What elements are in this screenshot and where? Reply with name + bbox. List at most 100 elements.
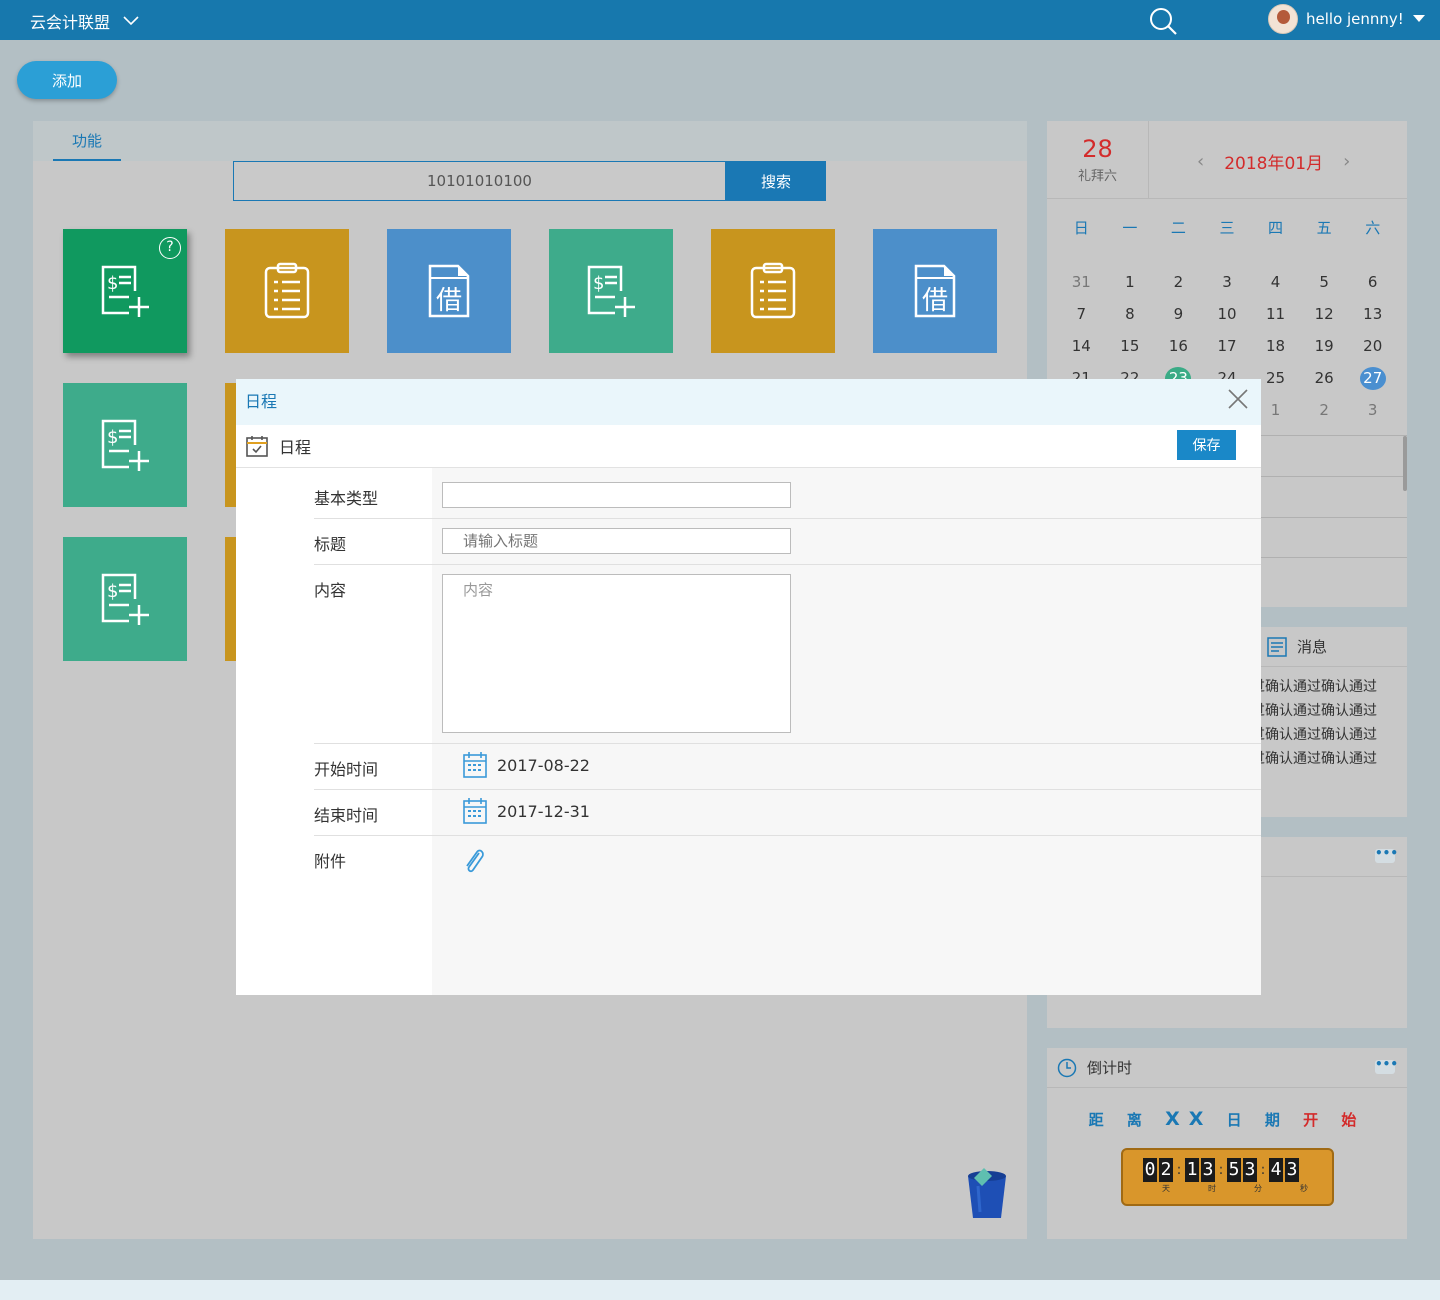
- calendar-day[interactable]: 2: [1311, 399, 1337, 422]
- calendar-day[interactable]: 13: [1360, 303, 1386, 326]
- end-label: 结束时间: [314, 806, 379, 825]
- message-item[interactable]: 过确认通过确认通过: [1251, 675, 1407, 699]
- clipboard-list-icon: [750, 262, 796, 319]
- event-scrollbar[interactable]: [1403, 436, 1407, 491]
- calendar-day[interactable]: 8: [1117, 303, 1143, 326]
- calendar-day[interactable]: 2: [1165, 271, 1191, 294]
- headline-text: 日 期: [1226, 1111, 1289, 1129]
- calendar-day[interactable]: 12: [1311, 303, 1337, 326]
- calendar-day[interactable]: 31: [1068, 271, 1094, 294]
- next-month-icon[interactable]: ›: [1343, 151, 1350, 172]
- dialog-subtitle: 日程: [279, 438, 312, 457]
- tile-borrow-2[interactable]: 借: [873, 229, 997, 353]
- weekday-label: 三: [1219, 219, 1235, 237]
- calendar-day[interactable]: 19: [1311, 335, 1337, 358]
- svg-text:$: $: [107, 273, 118, 294]
- dialog-toolbar: 日程 保存: [236, 425, 1261, 468]
- search-icon[interactable]: [1148, 6, 1178, 36]
- calendar-day[interactable]: 9: [1165, 303, 1191, 326]
- calendar-day[interactable]: 26: [1311, 367, 1337, 390]
- calendar-day[interactable]: 1: [1117, 271, 1143, 294]
- title-field[interactable]: [442, 528, 791, 554]
- start-date-picker[interactable]: 2017-08-22: [463, 751, 590, 779]
- search-button[interactable]: 搜索: [726, 161, 826, 201]
- start-date-value: 2017-08-22: [497, 755, 590, 775]
- tile-add-expense-2[interactable]: $: [549, 229, 673, 353]
- borrow-doc-icon: 借: [914, 264, 956, 318]
- countdown-units: 天 时 分 秒: [1143, 1183, 1332, 1194]
- dialog-title: 日程: [245, 392, 278, 411]
- more-icon[interactable]: •••: [1375, 847, 1398, 863]
- more-icon[interactable]: •••: [1375, 1058, 1398, 1074]
- avatar: [1268, 4, 1298, 34]
- calendar-day[interactable]: 15: [1117, 335, 1143, 358]
- digit: 3: [1201, 1158, 1215, 1182]
- tile-borrow[interactable]: 借: [387, 229, 511, 353]
- calendar-day[interactable]: 18: [1263, 335, 1289, 358]
- help-icon[interactable]: ?: [159, 237, 181, 259]
- calendar-day[interactable]: 5: [1311, 271, 1337, 294]
- add-button[interactable]: 添加: [17, 61, 117, 99]
- search-input[interactable]: 10101010100: [233, 161, 726, 201]
- weekday-label: 二: [1170, 219, 1186, 237]
- tile-add-expense[interactable]: ? $: [63, 229, 187, 353]
- current-date: 28 礼拜六: [1047, 121, 1149, 199]
- unit-label: 秒: [1300, 1184, 1308, 1193]
- calendar-day[interactable]: 6: [1360, 271, 1386, 294]
- weekday-label: 一: [1122, 219, 1138, 237]
- calendar-day[interactable]: 3: [1360, 399, 1386, 422]
- caret-down-icon: [1412, 15, 1425, 22]
- paperclip-icon[interactable]: [462, 845, 486, 875]
- calendar-day[interactable]: 25: [1263, 367, 1289, 390]
- svg-text:$: $: [107, 581, 118, 602]
- digit-separator: :: [1218, 1162, 1224, 1178]
- close-icon[interactable]: [1227, 388, 1249, 410]
- calendar-day[interactable]: 17: [1214, 335, 1240, 358]
- save-button[interactable]: 保存: [1177, 430, 1236, 460]
- digit-separator: :: [1260, 1162, 1266, 1178]
- message-item[interactable]: 过确认通过确认通过: [1251, 723, 1407, 747]
- end-date-picker[interactable]: 2017-12-31: [463, 797, 590, 825]
- brand-menu[interactable]: 云会计联盟: [30, 9, 140, 33]
- tile-clipboard[interactable]: [225, 229, 349, 353]
- type-field[interactable]: [442, 482, 791, 508]
- tile-add-expense-3[interactable]: $: [63, 383, 187, 507]
- tab-bar: 功能: [33, 121, 1027, 161]
- calendar-icon[interactable]: [463, 751, 487, 779]
- weekday-label: 日: [1073, 219, 1089, 237]
- current-weekday: 礼拜六: [1077, 169, 1117, 184]
- message-item[interactable]: 过确认通过确认通过: [1251, 747, 1407, 771]
- month-label: 2018年01月: [1224, 154, 1324, 174]
- digit: 0: [1143, 1158, 1157, 1182]
- row-divider: [314, 564, 1261, 565]
- trash-bin-icon[interactable]: [964, 1166, 1010, 1220]
- calendar-day[interactable]: 4: [1263, 271, 1289, 294]
- row-divider: [314, 743, 1261, 744]
- calendar-day[interactable]: 10: [1214, 303, 1240, 326]
- tile-add-expense-4[interactable]: $: [63, 537, 187, 661]
- calendar-day[interactable]: 3: [1214, 271, 1240, 294]
- digit: 2: [1159, 1158, 1173, 1182]
- weekday-label: 五: [1316, 219, 1332, 237]
- calendar-day[interactable]: 11: [1263, 303, 1289, 326]
- countdown-title: 倒计时: [1087, 1059, 1133, 1077]
- content-field[interactable]: 内容: [442, 574, 791, 733]
- tab-functions[interactable]: 功能: [53, 121, 121, 161]
- message-item[interactable]: 过确认通过确认通过: [1251, 699, 1407, 723]
- calendar-day[interactable]: 16: [1165, 335, 1191, 358]
- calendar-day[interactable]: 1: [1263, 399, 1289, 422]
- schedule-dialog: 日程 日程 保存 基本类型 标题 内容 内容 开始时间 2017-08-22: [236, 379, 1261, 995]
- tile-clipboard-2[interactable]: [711, 229, 835, 353]
- unit-label: 天: [1162, 1184, 1170, 1193]
- weekday-label: 四: [1268, 219, 1284, 237]
- calendar-day[interactable]: 7: [1068, 303, 1094, 326]
- calendar-day-selected[interactable]: 27: [1359, 367, 1386, 390]
- user-menu[interactable]: hello jennny!: [1268, 4, 1426, 34]
- calendar-day[interactable]: 14: [1068, 335, 1094, 358]
- weekday-label: 六: [1365, 219, 1381, 237]
- footer-strip: [0, 1280, 1440, 1300]
- calendar-icon[interactable]: [463, 797, 487, 825]
- calendar-day[interactable]: 20: [1360, 335, 1386, 358]
- expense-add-icon: $: [101, 573, 149, 625]
- prev-month-icon[interactable]: ‹: [1197, 151, 1204, 172]
